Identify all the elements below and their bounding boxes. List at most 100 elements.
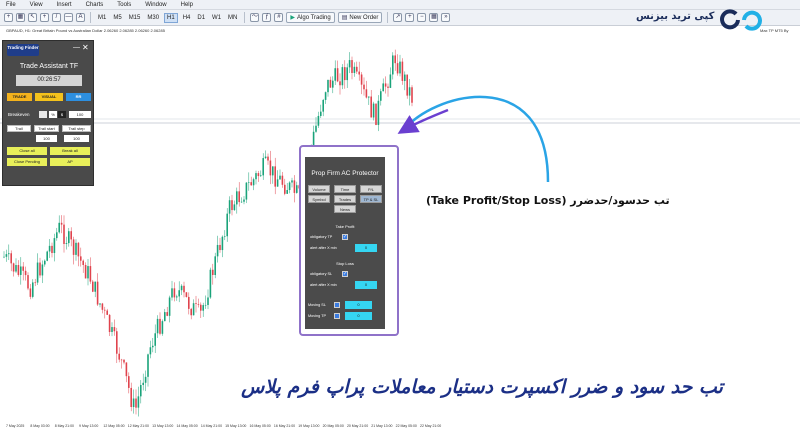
minimize-icon[interactable]: — [73, 44, 80, 51]
candle-body [166, 312, 168, 316]
candle-body [147, 354, 149, 377]
candle-body [284, 184, 286, 194]
candle-body [36, 262, 39, 283]
menu-window[interactable]: Window [145, 2, 166, 8]
candle-body [80, 256, 82, 261]
candle-body [353, 66, 356, 73]
break-all-button[interactable]: Break all [50, 147, 90, 155]
tf-h4[interactable]: H4 [181, 14, 193, 22]
tf-m30[interactable]: M30 [145, 14, 161, 22]
candle-body [15, 265, 17, 272]
close-pending-button[interactable]: Close Pending [7, 158, 47, 166]
candle-body [46, 251, 48, 261]
tab-pl[interactable]: P/L [360, 185, 382, 193]
prop-firm-title: Prop Firm AC Protector [311, 170, 379, 177]
profiles-icon[interactable]: ▦ [16, 13, 25, 22]
zoom-in-icon[interactable]: + [405, 13, 415, 22]
ap-button[interactable]: AP [50, 158, 90, 166]
time-axis-label: 13 May 13:00 [152, 424, 174, 428]
tab-volume[interactable]: Volume [308, 185, 330, 193]
algo-trading-label: Algo Trading [297, 14, 331, 21]
zoom-out-icon[interactable]: − [417, 13, 427, 22]
candle-body [180, 285, 183, 291]
menu-file[interactable]: File [6, 2, 16, 8]
indicators-icon[interactable]: ƒ [262, 13, 272, 22]
tab-symbol[interactable]: Symbol [308, 195, 330, 203]
moving-tp-checkbox[interactable] [334, 313, 340, 319]
moving-sl-checkbox[interactable] [334, 302, 340, 308]
alert-sl-input[interactable]: 0 [355, 281, 377, 289]
tab-trades[interactable]: Trades [334, 195, 356, 203]
tile-icon[interactable]: ▦ [429, 13, 439, 22]
candle-body [264, 156, 267, 159]
tf-d1[interactable]: D1 [195, 14, 207, 22]
trading-finder-logo: Trading Finder [7, 44, 39, 56]
stop-loss-header: Stop Loss [336, 261, 354, 266]
new-chart-icon[interactable]: + [4, 13, 13, 22]
candle-body [154, 333, 156, 346]
trail-step-input[interactable]: 100 [64, 135, 89, 142]
menu-insert[interactable]: Insert [57, 2, 72, 8]
scroll-icon[interactable]: » [441, 13, 451, 22]
time-axis-label: 9 May 13:00 [79, 424, 99, 428]
new-order-button[interactable]: ▤ New Order [337, 12, 383, 23]
candle-body [356, 66, 358, 72]
trail-button[interactable]: Trail [7, 125, 31, 132]
candle-body [375, 103, 377, 125]
dollar-toggle[interactable]: $ [58, 111, 66, 118]
candle-body [48, 245, 51, 252]
tf-mn[interactable]: MN [226, 14, 239, 22]
time-axis-label: 16 May 21:00 [273, 424, 296, 428]
breakeven-value-input[interactable]: 100 [69, 111, 91, 118]
alert-tp-input[interactable]: 0 [355, 244, 377, 252]
cursor-icon[interactable]: ↖ [28, 13, 37, 22]
candle-body [96, 281, 99, 305]
obligatory-tp-checkbox[interactable]: ✓ [342, 234, 348, 240]
close-icon[interactable]: ✕ [82, 43, 89, 52]
price-chart[interactable] [0, 27, 800, 424]
time-axis-label: 12 May 05:00 [103, 424, 125, 428]
tab-tp-sl[interactable]: TP & SL [360, 195, 382, 203]
prop-firm-panel: Prop Firm AC Protector Volume Time P/L S… [305, 157, 385, 329]
tab-trade[interactable]: TRADE [7, 93, 32, 101]
tab-visual[interactable]: VISUAL [35, 93, 63, 101]
grid-icon[interactable]: # [274, 13, 284, 22]
tab-news[interactable]: News [334, 205, 356, 213]
candle-body [401, 61, 404, 81]
chart-type-icon[interactable]: 〜 [250, 13, 260, 22]
text-icon[interactable]: A [76, 13, 85, 22]
candle-body [77, 242, 80, 257]
menu-charts[interactable]: Charts [86, 2, 104, 8]
algo-trading-button[interactable]: ▶ Algo Trading [286, 12, 335, 23]
trail-step-button[interactable]: Trail step [62, 125, 91, 132]
time-axis-label: 15 May 13:00 [225, 424, 247, 428]
candle-body [63, 224, 65, 244]
tab-rr[interactable]: RR [66, 93, 91, 101]
tf-w1[interactable]: W1 [210, 14, 223, 22]
candle-body [183, 285, 185, 293]
hline-icon[interactable]: — [64, 13, 73, 22]
moving-tp-input[interactable]: 0 [345, 312, 372, 320]
close-all-button[interactable]: Close all [7, 147, 47, 155]
candle-body [101, 303, 104, 310]
percent-toggle[interactable]: % [49, 111, 57, 118]
crosshair-icon[interactable]: + [40, 13, 49, 22]
chart-up-icon[interactable]: ↗ [393, 13, 403, 22]
candle-body [344, 67, 346, 81]
obligatory-sl-checkbox[interactable]: ✓ [342, 271, 348, 277]
moving-sl-input[interactable]: 0 [345, 301, 372, 309]
trail-start-input[interactable]: 100 [36, 135, 57, 142]
tf-m1[interactable]: M1 [96, 14, 108, 22]
tf-m5[interactable]: M5 [111, 14, 123, 22]
menu-help[interactable]: Help [181, 2, 193, 8]
trail-start-button[interactable]: Trail start [34, 125, 59, 132]
menu-view[interactable]: View [30, 2, 43, 8]
menu-tools[interactable]: Tools [117, 2, 131, 8]
candle-body [322, 99, 324, 112]
candle-body [387, 86, 389, 88]
tf-h1[interactable]: H1 [164, 12, 178, 23]
line-icon[interactable]: / [52, 13, 61, 22]
tab-time[interactable]: Time [334, 185, 356, 193]
tf-m15[interactable]: M15 [127, 14, 143, 22]
breakeven-input[interactable] [39, 111, 47, 118]
